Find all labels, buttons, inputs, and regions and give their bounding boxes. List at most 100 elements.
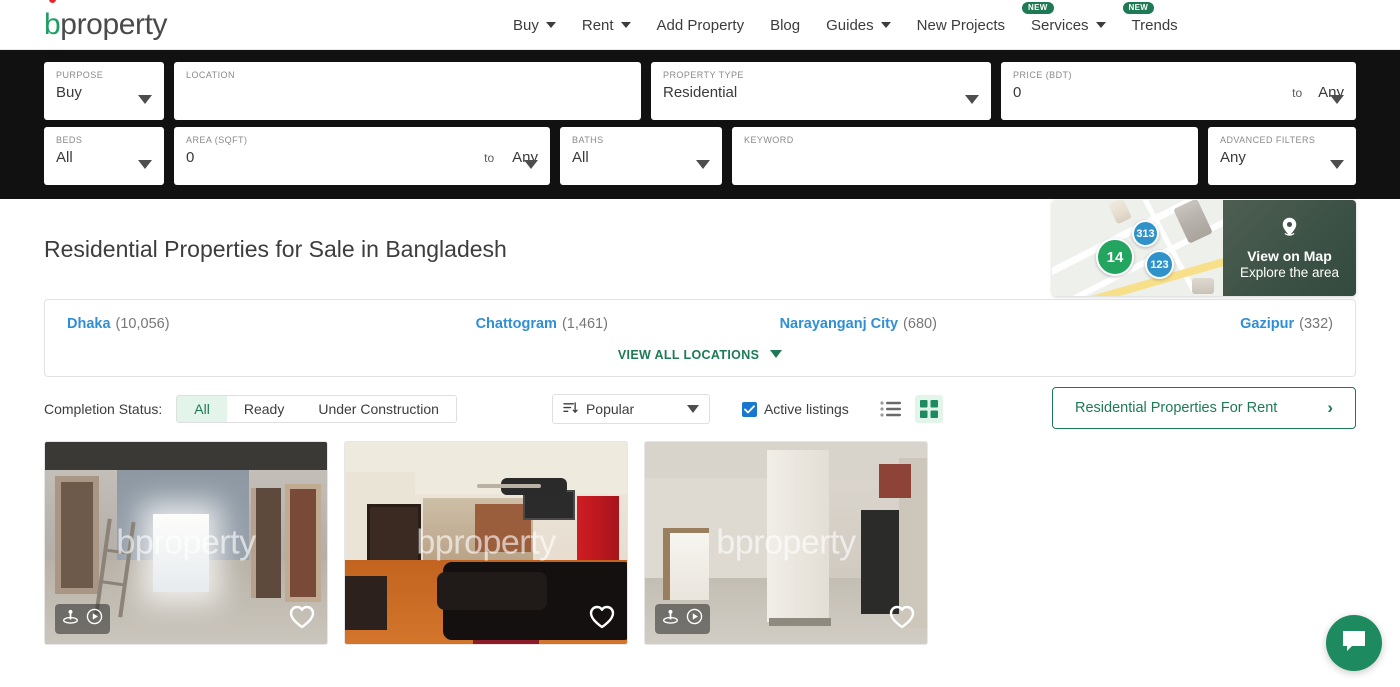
property-type-select[interactable]: PROPERTY TYPE Residential bbox=[651, 62, 991, 120]
new-badge: NEW bbox=[1122, 2, 1155, 14]
chevron-down-icon bbox=[1330, 160, 1344, 169]
checkbox-checked-icon bbox=[741, 401, 757, 417]
nav-item-new-projects[interactable]: New Projects bbox=[904, 0, 1018, 50]
map-park bbox=[1173, 200, 1213, 244]
favorite-heart-icon[interactable] bbox=[289, 605, 315, 634]
location-link-dhaka[interactable]: Dhaka (10,056) bbox=[67, 316, 384, 332]
photo-detail bbox=[767, 450, 829, 622]
location-name: Chattogram bbox=[475, 316, 557, 332]
nav-item-buy[interactable]: Buy bbox=[500, 0, 569, 50]
map-cluster-pin: 313 bbox=[1132, 220, 1159, 247]
play-video-icon[interactable] bbox=[686, 608, 703, 630]
location-link-chattogram[interactable]: Chattogram (1,461) bbox=[384, 316, 701, 332]
photo-detail bbox=[861, 510, 901, 614]
view-all-locations-label: VIEW ALL LOCATIONS bbox=[617, 348, 760, 362]
property-image: bproperty bbox=[345, 442, 627, 644]
nav-item-trends[interactable]: NEW Trends bbox=[1119, 0, 1191, 50]
price-label: PRICE (BDT) bbox=[1013, 70, 1072, 80]
completion-status-under-construction[interactable]: Under Construction bbox=[301, 396, 456, 422]
view-all-locations-button[interactable]: VIEW ALL LOCATIONS bbox=[67, 348, 1333, 362]
map-park bbox=[1108, 200, 1132, 225]
photo-detail bbox=[879, 464, 911, 498]
map-cta-panel: View on Map Explore the area bbox=[1223, 200, 1356, 296]
property-image: bproperty bbox=[45, 442, 327, 644]
new-badge: NEW bbox=[1022, 2, 1054, 14]
nav-label: New Projects bbox=[916, 16, 1006, 34]
photo-detail bbox=[769, 618, 831, 626]
map-park bbox=[1192, 278, 1214, 294]
favorite-heart-icon[interactable] bbox=[589, 605, 615, 634]
nav-label: Services bbox=[1031, 16, 1089, 34]
play-video-icon[interactable] bbox=[86, 608, 103, 630]
panorama-360-icon[interactable] bbox=[662, 608, 679, 630]
completion-status-ready[interactable]: Ready bbox=[226, 396, 302, 422]
view-mode-toggles bbox=[877, 395, 943, 423]
location-link-narayanganj-city[interactable]: Narayanganj City (680) bbox=[700, 316, 1017, 332]
chevron-down-icon bbox=[1330, 95, 1344, 104]
advanced-filters-select[interactable]: ADVANCED FILTERS Any bbox=[1208, 127, 1356, 185]
location-count: (1,461) bbox=[561, 316, 608, 332]
location-name: Narayanganj City bbox=[779, 316, 899, 332]
grid-view-button[interactable] bbox=[914, 395, 943, 423]
media-badges bbox=[655, 604, 710, 634]
chevron-down-icon bbox=[138, 95, 152, 104]
completion-status-label: Completion Status: bbox=[44, 401, 163, 417]
nav-item-guides[interactable]: Guides bbox=[813, 0, 904, 50]
beds-label: BEDS bbox=[56, 135, 83, 145]
keyword-label: KEYWORD bbox=[744, 135, 794, 145]
property-image: bproperty bbox=[645, 442, 927, 644]
logo-wordmark: property bbox=[60, 7, 168, 41]
chevron-down-icon bbox=[770, 350, 783, 358]
price-min-value[interactable]: 0 bbox=[1013, 84, 1021, 101]
area-min-value[interactable]: 0 bbox=[186, 149, 194, 166]
photo-detail bbox=[55, 476, 99, 594]
property-card[interactable]: bproperty bbox=[44, 441, 328, 645]
chat-launcher-button[interactable] bbox=[1326, 615, 1382, 671]
location-name: Gazipur bbox=[1240, 316, 1295, 332]
completion-status-all[interactable]: All bbox=[177, 396, 227, 422]
chevron-down-icon bbox=[880, 22, 891, 28]
location-link-gazipur[interactable]: Gazipur (332) bbox=[1017, 316, 1333, 332]
list-view-button[interactable] bbox=[877, 395, 905, 423]
nav-label: Buy bbox=[513, 16, 539, 34]
beds-select[interactable]: BEDS All bbox=[44, 127, 164, 185]
advanced-filters-label: ADVANCED FILTERS bbox=[1220, 135, 1316, 145]
map-cluster-pin: 14 bbox=[1096, 238, 1134, 276]
location-label: LOCATION bbox=[186, 70, 235, 80]
sort-select[interactable]: Popular bbox=[551, 394, 710, 424]
photo-detail bbox=[45, 442, 327, 470]
bproperty-logo[interactable]: b property bbox=[44, 0, 168, 42]
property-card[interactable]: bproperty bbox=[644, 441, 928, 645]
baths-select[interactable]: BATHS All bbox=[560, 127, 722, 185]
sort-icon bbox=[563, 401, 578, 418]
map-thumbnail: 313 14 123 bbox=[1052, 200, 1223, 296]
baths-value: All bbox=[572, 149, 589, 166]
property-card[interactable]: bproperty bbox=[344, 441, 628, 645]
nav-label: Rent bbox=[581, 16, 614, 34]
search-row-primary: PURPOSE Buy LOCATION PROPERTY TYPE Resid… bbox=[44, 62, 1356, 120]
photo-detail bbox=[251, 488, 281, 598]
chevron-down-icon bbox=[524, 160, 538, 169]
nav-item-blog[interactable]: Blog bbox=[757, 0, 813, 50]
purpose-select[interactable]: PURPOSE Buy bbox=[44, 62, 164, 120]
view-on-map-promo[interactable]: 313 14 123 View on Map Explore the area bbox=[1052, 200, 1356, 296]
nav-label: Blog bbox=[770, 16, 801, 34]
nav-item-services[interactable]: NEW Services bbox=[1018, 0, 1119, 50]
active-listings-checkbox[interactable]: Active listings bbox=[741, 401, 849, 417]
area-range-select[interactable]: AREA (SQFT) 0 to Any bbox=[174, 127, 550, 185]
completion-status-segmented-control: All Ready Under Construction bbox=[176, 395, 457, 423]
search-row-secondary: BEDS All AREA (SQFT) 0 to Any BATHS All … bbox=[44, 127, 1356, 185]
location-input[interactable]: LOCATION bbox=[174, 62, 641, 120]
favorite-heart-icon[interactable] bbox=[889, 605, 915, 634]
keyword-input[interactable]: KEYWORD bbox=[732, 127, 1198, 185]
nav-item-add-property[interactable]: Add Property bbox=[644, 0, 758, 50]
chevron-down-icon bbox=[620, 22, 631, 28]
chevron-down-icon bbox=[696, 160, 710, 169]
title-row: Residential Properties for Sale in Bangl… bbox=[44, 199, 1356, 299]
nav-item-rent[interactable]: Rent bbox=[569, 0, 644, 50]
price-range-select[interactable]: PRICE (BDT) 0 to Any bbox=[1001, 62, 1356, 120]
panorama-360-icon[interactable] bbox=[62, 608, 79, 630]
chevron-down-icon bbox=[1095, 22, 1106, 28]
residential-properties-for-rent-button[interactable]: Residential Properties For Rent › bbox=[1052, 387, 1356, 429]
site-header: b property Buy Rent Add Property Blog Gu… bbox=[0, 0, 1400, 50]
